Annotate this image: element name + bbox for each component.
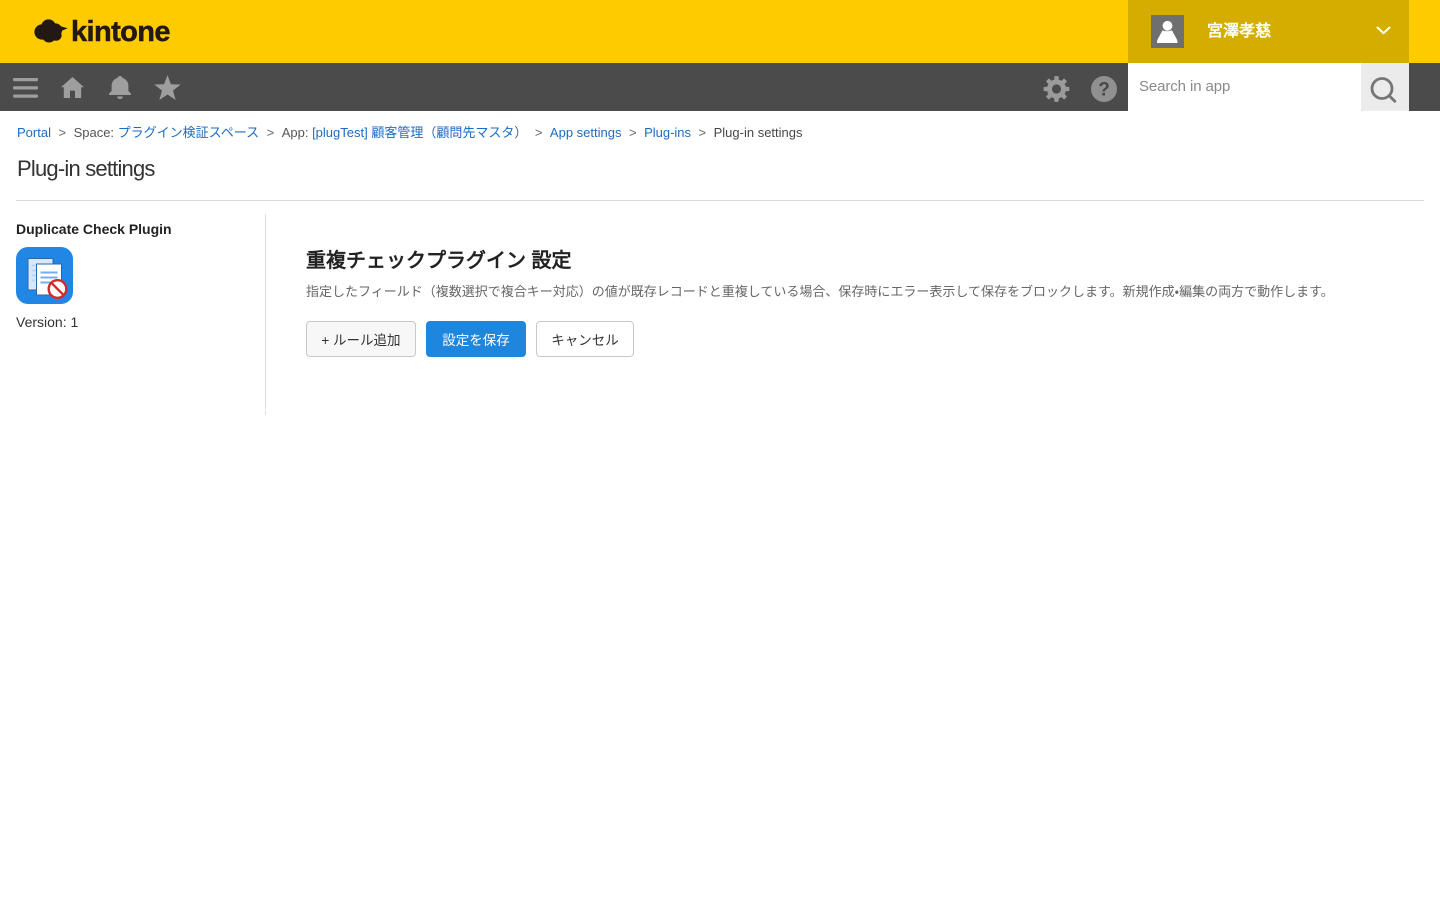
svg-text:?: ? — [1098, 80, 1110, 101]
